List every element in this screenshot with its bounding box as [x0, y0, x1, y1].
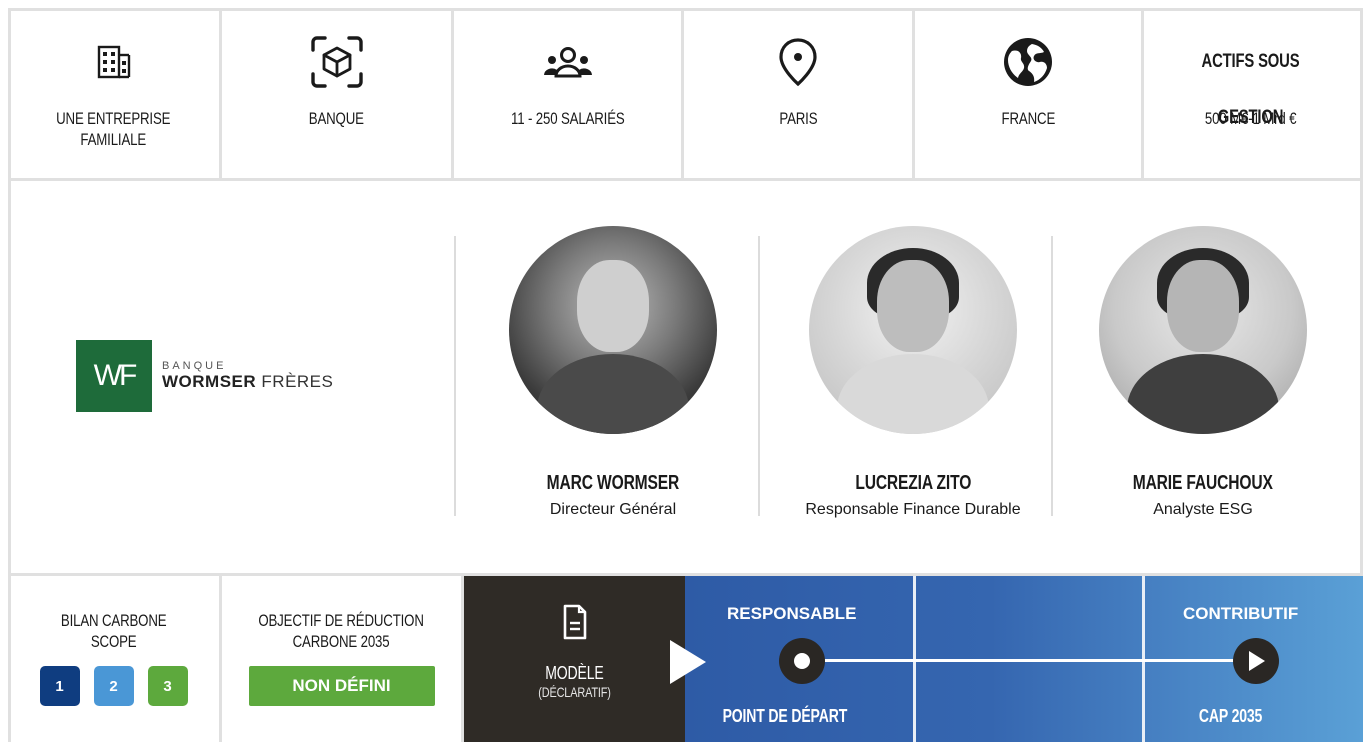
- team-section: WF BANQUE WORMSER FRÈRES MARC WORMSER Di…: [8, 181, 1363, 576]
- start-sublabel: POINT DE DÉPART: [722, 706, 848, 726]
- stat-employees: 11 - 250 SALARIÉS: [454, 8, 684, 178]
- stat-label: 500 M€-1 Mrd €: [1204, 109, 1297, 128]
- stats-row: UNE ENTREPRISE FAMILIALE BANQUE 11 - 250…: [8, 8, 1363, 181]
- company-logo: WF BANQUE WORMSER FRÈRES: [76, 336, 406, 416]
- end-label: CONTRIBUTIF: [1183, 604, 1299, 623]
- objective-cell: OBJECTIF DE RÉDUCTION CARBONE 2035 NON D…: [222, 576, 464, 742]
- climate-row: BILAN CARBONE SCOPE 1 2 3 OBJECTIF DE RÉ…: [8, 576, 1363, 742]
- stat-company-type: UNE ENTREPRISE FAMILIALE: [8, 8, 222, 178]
- people-group-icon: [543, 34, 593, 90]
- stat-city: PARIS: [684, 8, 915, 178]
- stat-sector: BANQUE: [222, 8, 454, 178]
- scope-badge: 3: [147, 666, 188, 706]
- globe-icon: [1002, 34, 1054, 90]
- trajectory-line: [803, 659, 1255, 662]
- logo-mark: WF: [76, 340, 152, 412]
- person-card: LUCREZIA ZITO Responsable Finance Durabl…: [763, 226, 1063, 519]
- logo-small-text: BANQUE: [162, 360, 227, 372]
- stat-label: BANQUE: [308, 109, 365, 128]
- end-sublabel: CAP 2035: [1198, 706, 1263, 726]
- logo-bold-text: WORMSER: [162, 372, 257, 391]
- person-card: MARIE FAUCHOUX Analyste ESG: [1053, 226, 1353, 519]
- carbon-title: BILAN CARBONE SCOPE: [60, 611, 167, 651]
- stat-label: 11 - 250 SALARIÉS: [510, 109, 625, 128]
- stat-aum: ACTIFS SOUS GESTION 500 M€-1 Mrd €: [1144, 8, 1357, 178]
- objective-title: OBJECTIF DE RÉDUCTION CARBONE 2035: [258, 611, 425, 651]
- stat-country: FRANCE: [915, 8, 1144, 178]
- scope-badge: 1: [39, 666, 80, 706]
- start-point-icon: [779, 638, 825, 684]
- play-arrow-icon: [1233, 638, 1279, 684]
- cube-scan-icon: [309, 34, 365, 90]
- start-label: RESPONSABLE: [727, 604, 857, 623]
- building-icon: [97, 34, 131, 90]
- person-role: Directeur Général: [549, 501, 677, 518]
- scope-badge: 2: [93, 666, 134, 706]
- model-cell: MODÈLE (DÉCLARATIF): [464, 576, 685, 742]
- model-subtitle: (DÉCLARATIF): [538, 684, 611, 700]
- arrow-right-icon: [670, 640, 706, 684]
- stat-label: UNE ENTREPRISE FAMILIALE: [56, 109, 171, 149]
- avatar: [809, 226, 1017, 434]
- divider: [454, 236, 456, 516]
- person-role: Analyste ESG: [1153, 501, 1253, 518]
- model-title: MODÈLE: [545, 663, 604, 683]
- avatar: [1099, 226, 1307, 434]
- stat-label: FRANCE: [1001, 109, 1055, 128]
- location-pin-icon: [778, 34, 818, 90]
- document-icon: [562, 604, 588, 645]
- avatar: [509, 226, 717, 434]
- objective-badge: NON DÉFINI: [248, 666, 435, 706]
- person-role: Responsable Finance Durable: [805, 501, 1021, 518]
- scope-badges: 1 2 3: [39, 666, 188, 706]
- person-name: LUCREZIA ZITO: [855, 472, 971, 494]
- person-name: MARIE FAUCHOUX: [1133, 472, 1273, 494]
- logo-name: WORMSER FRÈRES: [162, 372, 333, 392]
- trajectory-track: RESPONSABLE CONTRIBUTIF POINT DE DÉPART …: [685, 576, 1363, 742]
- stat-label: PARIS: [778, 109, 818, 128]
- person-card: MARC WORMSER Directeur Général: [463, 226, 763, 519]
- carbon-scope-cell: BILAN CARBONE SCOPE 1 2 3: [8, 576, 222, 742]
- aum-heading: ACTIFS SOUS GESTION: [1201, 51, 1300, 128]
- logo-rest-text: FRÈRES: [261, 372, 334, 391]
- person-name: MARC WORMSER: [546, 472, 680, 494]
